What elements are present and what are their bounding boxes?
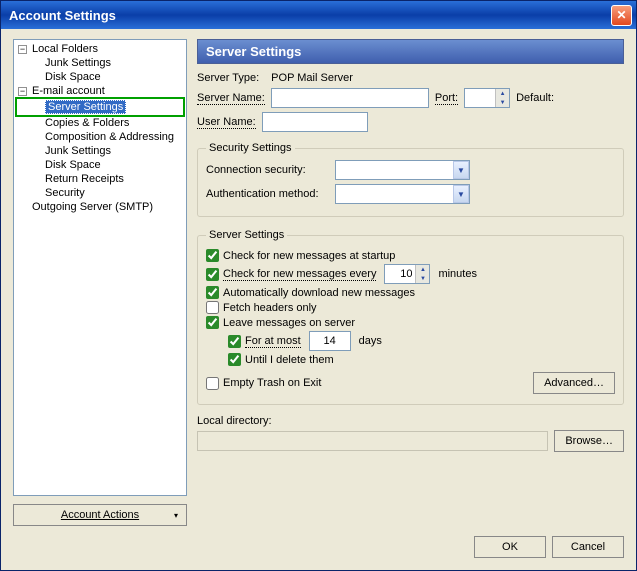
window-title: Account Settings xyxy=(9,8,611,23)
connection-security-combo[interactable]: ▼ xyxy=(335,160,470,180)
titlebar: Account Settings ✕ xyxy=(1,1,636,29)
tree-item-local-disk[interactable]: Disk Space xyxy=(16,70,184,84)
spin-down-icon[interactable]: ▼ xyxy=(496,98,509,107)
security-settings-legend: Security Settings xyxy=(206,142,295,154)
left-column: − Local Folders Junk Settings Disk Space… xyxy=(13,39,187,526)
user-name-label: User Name: xyxy=(197,116,256,129)
authentication-method-label: Authentication method: xyxy=(206,188,329,200)
account-settings-dialog: Account Settings ✕ − Local Folders Junk … xyxy=(0,0,637,571)
user-name-input[interactable] xyxy=(262,112,368,132)
tree-item-copies-folders[interactable]: Copies & Folders xyxy=(16,116,184,130)
local-directory-label: Local directory: xyxy=(197,415,624,427)
empty-trash-checkbox[interactable] xyxy=(206,377,219,390)
collapse-icon[interactable]: − xyxy=(18,87,27,96)
content-area: − Local Folders Junk Settings Disk Space… xyxy=(1,29,636,570)
right-column: Server Settings Server Type: POP Mail Se… xyxy=(197,39,624,526)
authentication-method-combo[interactable]: ▼ xyxy=(335,184,470,204)
tree-item-server-settings[interactable]: Server Settings xyxy=(15,97,185,117)
server-name-input[interactable] xyxy=(271,88,429,108)
check-every-row: Check for new messages every ▲ ▼ minutes xyxy=(206,264,615,284)
close-button[interactable]: ✕ xyxy=(611,5,632,26)
columns: − Local Folders Junk Settings Disk Space… xyxy=(13,39,624,526)
until-delete-row: Until I delete them xyxy=(206,353,615,366)
spinner-arrows: ▲ ▼ xyxy=(495,89,509,107)
cancel-button[interactable]: Cancel xyxy=(552,536,624,558)
collapse-icon[interactable]: − xyxy=(18,45,27,54)
empty-trash-label: Empty Trash on Exit xyxy=(223,377,321,389)
check-every-spinner[interactable]: ▲ ▼ xyxy=(384,264,430,284)
spinner-arrows: ▲ ▼ xyxy=(415,265,429,283)
for-at-most-input[interactable] xyxy=(309,331,351,351)
chevron-down-icon[interactable]: ▼ xyxy=(453,185,469,203)
tree-item-disk[interactable]: Disk Space xyxy=(16,158,184,172)
fetch-headers-row: Fetch headers only xyxy=(206,301,615,314)
tree-item-local-folders[interactable]: − Local Folders xyxy=(16,42,184,56)
local-directory-row: Browse… xyxy=(197,430,624,452)
until-delete-label: Until I delete them xyxy=(245,354,334,366)
tree-item-return-receipts[interactable]: Return Receipts xyxy=(16,172,184,186)
auto-download-label: Automatically download new messages xyxy=(223,287,415,299)
tree-item-composition-addressing[interactable]: Composition & Addressing xyxy=(16,130,184,144)
tree-item-security[interactable]: Security xyxy=(16,186,184,200)
for-at-most-row: For at most days xyxy=(206,331,615,351)
tree-item-local-junk[interactable]: Junk Settings xyxy=(16,56,184,70)
port-spinner[interactable]: ▲ ▼ xyxy=(464,88,510,108)
tree-item-junk[interactable]: Junk Settings xyxy=(16,144,184,158)
auto-download-row: Automatically download new messages xyxy=(206,286,615,299)
authentication-method-row: Authentication method: ▼ xyxy=(206,184,615,204)
local-directory-field xyxy=(197,431,548,451)
spin-down-icon[interactable]: ▼ xyxy=(416,274,429,283)
spin-up-icon[interactable]: ▲ xyxy=(416,265,429,274)
check-every-checkbox[interactable] xyxy=(206,268,219,281)
panel-heading: Server Settings xyxy=(197,39,624,64)
server-settings-group: Server Settings Check for new messages a… xyxy=(197,229,624,405)
connection-security-row: Connection security: ▼ xyxy=(206,160,615,180)
check-every-label: Check for new messages every xyxy=(223,268,376,281)
advanced-button[interactable]: Advanced… xyxy=(533,372,615,394)
check-every-input[interactable] xyxy=(385,265,415,283)
tree-item-outgoing-smtp[interactable]: Outgoing Server (SMTP) xyxy=(16,200,184,214)
spin-up-icon[interactable]: ▲ xyxy=(496,89,509,98)
server-name-label: Server Name: xyxy=(197,92,265,105)
account-actions-label: Account Actions xyxy=(61,509,139,521)
connection-security-input[interactable] xyxy=(335,160,470,180)
user-name-row: User Name: xyxy=(197,112,624,132)
default-label: Default: xyxy=(516,92,554,104)
security-settings-group: Security Settings Connection security: ▼… xyxy=(197,142,624,217)
connection-security-label: Connection security: xyxy=(206,164,329,176)
leave-on-server-label: Leave messages on server xyxy=(223,317,355,329)
leave-on-server-row: Leave messages on server xyxy=(206,316,615,329)
account-actions-button[interactable]: Account Actions ▾ xyxy=(13,504,187,526)
accounts-tree[interactable]: − Local Folders Junk Settings Disk Space… xyxy=(13,39,187,496)
tree-item-email-account[interactable]: − E-mail account xyxy=(16,84,184,98)
fetch-headers-label: Fetch headers only xyxy=(223,302,317,314)
server-type-label: Server Type: xyxy=(197,72,259,84)
check-startup-row: Check for new messages at startup xyxy=(206,249,615,262)
server-type-row: Server Type: POP Mail Server xyxy=(197,72,624,84)
leave-on-server-checkbox[interactable] xyxy=(206,316,219,329)
browse-button[interactable]: Browse… xyxy=(554,430,624,452)
check-startup-checkbox[interactable] xyxy=(206,249,219,262)
dropdown-icon: ▾ xyxy=(174,511,178,520)
chevron-down-icon[interactable]: ▼ xyxy=(453,161,469,179)
for-at-most-checkbox[interactable] xyxy=(228,335,241,348)
footer-buttons: OK Cancel xyxy=(13,536,624,558)
minutes-label: minutes xyxy=(438,268,477,280)
server-type-value: POP Mail Server xyxy=(271,72,353,84)
for-at-most-label: For at most xyxy=(245,335,301,348)
close-icon: ✕ xyxy=(616,8,626,22)
auto-download-checkbox[interactable] xyxy=(206,286,219,299)
authentication-method-input[interactable] xyxy=(335,184,470,204)
port-input[interactable] xyxy=(465,89,495,107)
check-startup-label: Check for new messages at startup xyxy=(223,250,395,262)
fetch-headers-checkbox[interactable] xyxy=(206,301,219,314)
until-delete-checkbox[interactable] xyxy=(228,353,241,366)
port-label: Port: xyxy=(435,92,458,105)
server-name-row: Server Name: Port: ▲ ▼ Default: xyxy=(197,88,624,108)
ok-button[interactable]: OK xyxy=(474,536,546,558)
server-settings-legend: Server Settings xyxy=(206,229,287,241)
days-label: days xyxy=(359,335,382,347)
local-directory-section: Local directory: Browse… xyxy=(197,415,624,456)
empty-trash-row: Empty Trash on Exit Advanced… xyxy=(206,372,615,394)
